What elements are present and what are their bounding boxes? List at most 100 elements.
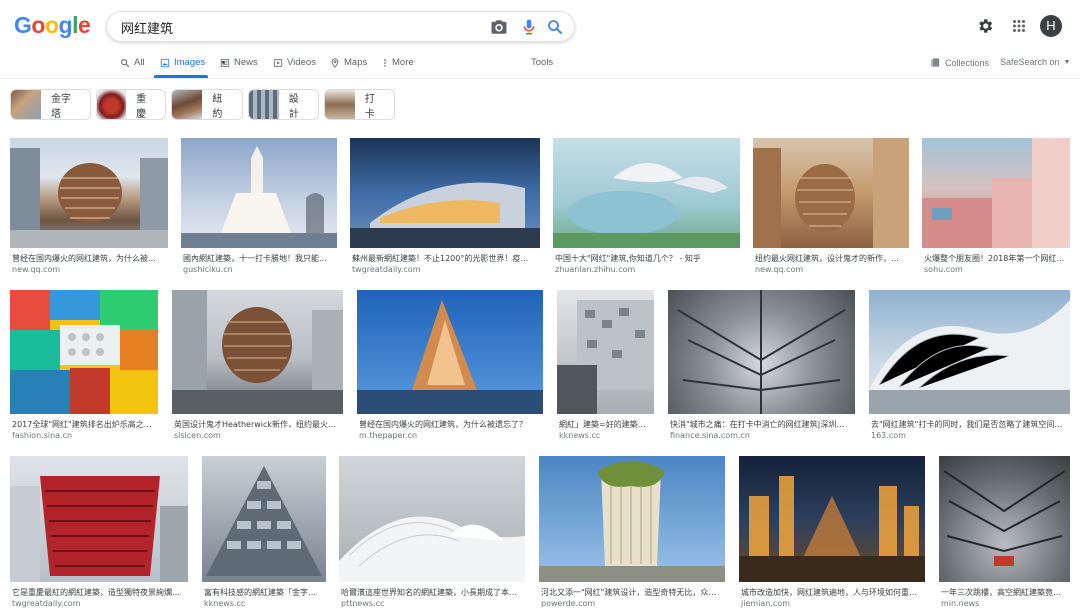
result-source[interactable]: new.qq.com [12,265,60,274]
image-result[interactable]: 哈爾濱這座世界知名的網紅建築，小長期成了本… pttnews.cc [339,456,525,610]
search-input[interactable]: 网红建筑 [121,18,173,37]
result-source[interactable]: 163.com [871,431,906,440]
safesearch-button[interactable]: SafeSearch on ▼ [1000,57,1070,67]
result-source[interactable]: m.thepaper.cn [359,431,417,440]
result-title[interactable]: 河北又添一"网红"建筑设计，造型奇特无比，众… [541,587,723,598]
search-box[interactable]: 网红建筑 [106,11,575,42]
result-thumbnail[interactable] [939,456,1070,582]
result-title[interactable]: 哈爾濱這座世界知名的網紅建築，小長期成了本… [341,587,523,598]
image-result[interactable]: 國內網紅建築，十一打卡勝地！我只能… gushiciku.cn [181,138,337,276]
result-title[interactable]: 2017全球"网红"建筑排名出炉乐高之… [12,419,156,430]
result-title[interactable]: 曾经在国内爆火的网红建筑，为什么被遗忘了？ [359,419,541,430]
result-thumbnail[interactable] [753,138,909,248]
result-thumbnail[interactable] [10,138,168,248]
related-chip[interactable]: 紐約 [171,89,243,120]
related-chip[interactable]: 設計 [248,89,319,120]
result-thumbnail[interactable] [10,290,158,414]
result-title[interactable]: 國內網紅建築，十一打卡勝地！我只能… [183,253,335,264]
tab-more[interactable]: More [382,57,414,68]
related-chip[interactable]: 重慶 [96,89,166,120]
result-title[interactable]: 城市改造加快，网红建筑遍地，人与环境如何重… [741,587,923,598]
image-result[interactable]: 曾经在国内爆火的网红建筑，为什么被遗忘了？ m.thepaper.cn [357,290,543,442]
result-thumbnail[interactable] [202,456,326,582]
chip-label: 打卡 [364,93,375,120]
tab-images[interactable]: Images [160,57,205,68]
result-thumbnail[interactable] [339,456,525,582]
result-title[interactable]: 一年三次跳樓，高空網紅建築竟… [941,587,1068,598]
result-source[interactable]: powerde.com [541,599,595,608]
result-title[interactable]: 曾经在国内爆火的网红建筑，为什么被… [12,253,166,264]
result-title[interactable]: 去"网红建筑"打卡的同时，我们是否忽略了建筑空间… [871,419,1068,430]
result-source[interactable]: min.news [941,599,979,608]
image-result[interactable]: 2017全球"网红"建筑排名出炉乐高之… fashion.sina.cn [10,290,158,442]
image-result[interactable]: 英国设计鬼才Heatherwick新作，纽约最火… sisicen.com [172,290,343,442]
image-result[interactable]: 城市改造加快，网红建筑遍地，人与环境如何重… jiemian.com [739,456,925,610]
tab-maps[interactable]: Maps [330,57,367,68]
result-source[interactable]: finance.sina.com.cn [670,431,750,440]
image-icon [160,58,170,67]
result-thumbnail[interactable] [539,456,725,582]
result-thumbnail[interactable] [350,138,540,248]
image-result[interactable]: 蘇州最新網紅建築！不止1200°的光影世界！疫… twgreatdaily.co… [350,138,540,276]
result-thumbnail[interactable] [357,290,543,414]
result-title[interactable]: 纽约最火网红建筑，设计鬼才的新作，… [755,253,907,264]
related-chip[interactable]: 金字塔 [10,89,91,120]
result-source[interactable]: twgreatdaily.com [12,599,80,608]
collections-button[interactable]: Collections [930,57,989,68]
image-result[interactable]: 中国十大"网红"建筑,你知道几个？ - 知乎 zhuanlan.zhihu.co… [553,138,740,276]
image-result[interactable]: 它是重慶最紅的網紅建築，造型獨特夜景絢爛… twgreatdaily.com [10,456,188,610]
result-thumbnail[interactable] [922,138,1070,248]
image-result[interactable]: 快消"城市之痛：在打卡中消亡的网红建筑|深圳… finance.sina.com… [668,290,855,442]
red-building-image [10,476,188,582]
result-thumbnail[interactable] [869,290,1070,414]
result-title[interactable]: 英国设计鬼才Heatherwick新作，纽约最火… [174,419,341,430]
result-title[interactable]: 中国十大"网红"建筑,你知道几个？ - 知乎 [555,253,738,264]
result-source[interactable]: kknews.cc [204,599,245,608]
vessel-building-image [753,138,909,248]
result-thumbnail[interactable] [172,290,343,414]
result-source[interactable]: jiemian.com [741,599,790,608]
result-thumbnail[interactable] [181,138,337,248]
tab-videos[interactable]: Videos [273,57,316,68]
image-result[interactable]: 去"网红建筑"打卡的同时，我们是否忽略了建筑空间… 163.com [869,290,1070,442]
result-title[interactable]: 富有科技感的網紅建築「金字… [204,587,324,598]
result-title[interactable]: 火爆整个朋友圈！2018年第一个网红… [924,253,1068,264]
camera-icon[interactable] [490,18,508,36]
result-source[interactable]: gushiciku.cn [183,265,233,274]
image-result[interactable]: 纽约最火网红建筑，设计鬼才的新作，… new.qq.com [753,138,909,276]
result-title[interactable]: 它是重慶最紅的網紅建築，造型獨特夜景絢爛… [12,587,186,598]
image-result[interactable]: 火爆整个朋友圈！2018年第一个网红… sohu.com [922,138,1070,276]
tab-news[interactable]: News [220,57,258,68]
result-source[interactable]: twgreatdaily.com [352,265,420,274]
result-title[interactable]: 快消"城市之痛：在打卡中消亡的网红建筑|深圳… [670,419,853,430]
result-source[interactable]: sisicen.com [174,431,221,440]
result-source[interactable]: new.qq.com [755,265,803,274]
result-source[interactable]: sohu.com [924,265,963,274]
microphone-icon[interactable] [520,18,538,36]
result-source[interactable]: fashion.sina.cn [12,431,72,440]
search-icon[interactable] [546,18,564,36]
result-source[interactable]: zhuanlan.zhihu.com [555,265,635,274]
result-title[interactable]: 網紅」建築=好的建築？ … [559,419,652,430]
tab-all[interactable]: All [120,57,145,68]
image-result[interactable]: 曾经在国内爆火的网红建筑，为什么被… new.qq.com [10,138,168,276]
result-thumbnail[interactable] [10,456,188,582]
apps-grid-icon[interactable] [1010,17,1028,35]
result-title[interactable]: 蘇州最新網紅建築！不止1200°的光影世界！疫… [352,253,538,264]
result-source[interactable]: kknews.cc [559,431,600,440]
image-result[interactable]: 河北又添一"网红"建筑设计，造型奇特无比，众… powerde.com [539,456,725,610]
result-thumbnail[interactable] [668,290,855,414]
image-result[interactable]: 一年三次跳樓，高空網紅建築竟… min.news [939,456,1070,610]
google-logo[interactable]: Google [14,12,91,39]
result-thumbnail[interactable] [557,290,654,414]
result-thumbnail[interactable] [739,456,925,582]
avatar[interactable]: H [1040,15,1062,37]
image-result[interactable]: 網紅」建築=好的建築？ … kknews.cc [557,290,654,442]
tools-button[interactable]: Tools [531,57,553,68]
result-source[interactable]: pttnews.cc [341,599,384,608]
gear-icon[interactable] [976,17,994,35]
image-result[interactable]: 富有科技感的網紅建築「金字… kknews.cc [202,456,326,610]
result-thumbnail[interactable] [553,138,740,248]
related-chip[interactable]: 打卡 [324,89,395,120]
chip-thumbnail [11,90,41,119]
